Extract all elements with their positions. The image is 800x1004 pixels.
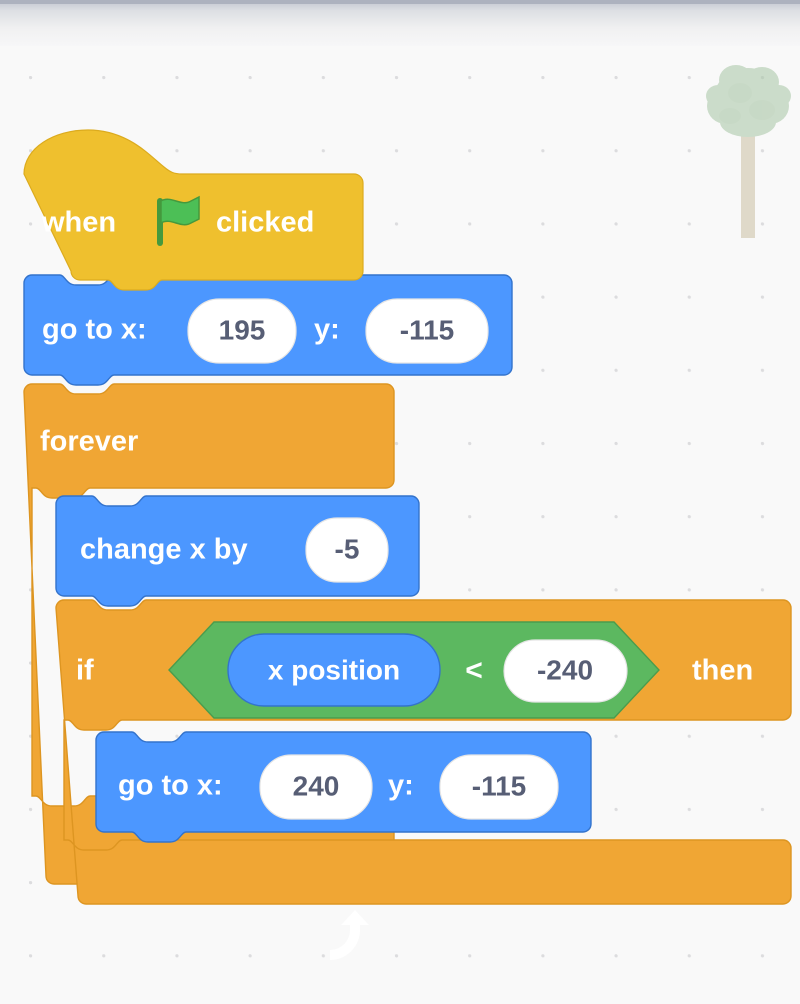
change-x-by-input[interactable]: -5 bbox=[305, 517, 389, 583]
less-than-right-input[interactable]: -240 bbox=[503, 639, 628, 703]
go-to-xy-top-y-value: -115 bbox=[400, 314, 455, 345]
reporter-x-position[interactable]: x position bbox=[227, 633, 441, 707]
if-label: if bbox=[76, 655, 94, 687]
block-go-to-xy-inner[interactable]: go to x: 240 y: -115 bbox=[95, 731, 592, 843]
block-less-than[interactable]: x position < -240 bbox=[168, 621, 660, 719]
go-to-xy-inner-y-input[interactable]: -115 bbox=[439, 754, 559, 820]
go-to-xy-inner-x-input[interactable]: 240 bbox=[259, 754, 373, 820]
clicked-label: clicked bbox=[216, 207, 314, 239]
block-go-to-xy-top[interactable]: go to x: 195 y: -115 bbox=[23, 274, 513, 386]
go-to-xy-inner-x-label: go to x: bbox=[118, 770, 223, 802]
go-to-xy-inner-x-value: 240 bbox=[293, 770, 340, 801]
scratch-script: forever if then x position < -240 change… bbox=[23, 129, 792, 960]
less-than-operator-symbol: < bbox=[465, 654, 483, 687]
forever-label: forever bbox=[40, 426, 138, 458]
then-label: then bbox=[692, 655, 753, 687]
go-to-xy-top-y-label: y: bbox=[314, 314, 340, 346]
block-change-x-by[interactable]: change x by -5 bbox=[55, 495, 420, 607]
loop-arrow-icon bbox=[330, 910, 369, 960]
when-label: when bbox=[41, 207, 116, 239]
x-position-label: x position bbox=[268, 654, 400, 685]
change-x-by-label: change x by bbox=[80, 534, 248, 566]
block-when-flag-clicked[interactable]: when clicked bbox=[23, 129, 364, 291]
go-to-xy-top-y-input[interactable]: -115 bbox=[365, 298, 489, 364]
go-to-xy-inner-y-value: -115 bbox=[472, 770, 527, 801]
change-x-by-input-value: -5 bbox=[335, 533, 360, 564]
go-to-xy-inner-y-label: y: bbox=[388, 770, 414, 802]
go-to-xy-top-x-label: go to x: bbox=[42, 314, 147, 346]
scratch-editor-stage: forever if then x position < -240 change… bbox=[0, 0, 800, 1004]
go-to-xy-top-x-input[interactable]: 195 bbox=[187, 298, 297, 364]
less-than-right-input-value: -240 bbox=[537, 654, 593, 685]
go-to-xy-top-x-value: 195 bbox=[219, 314, 266, 345]
